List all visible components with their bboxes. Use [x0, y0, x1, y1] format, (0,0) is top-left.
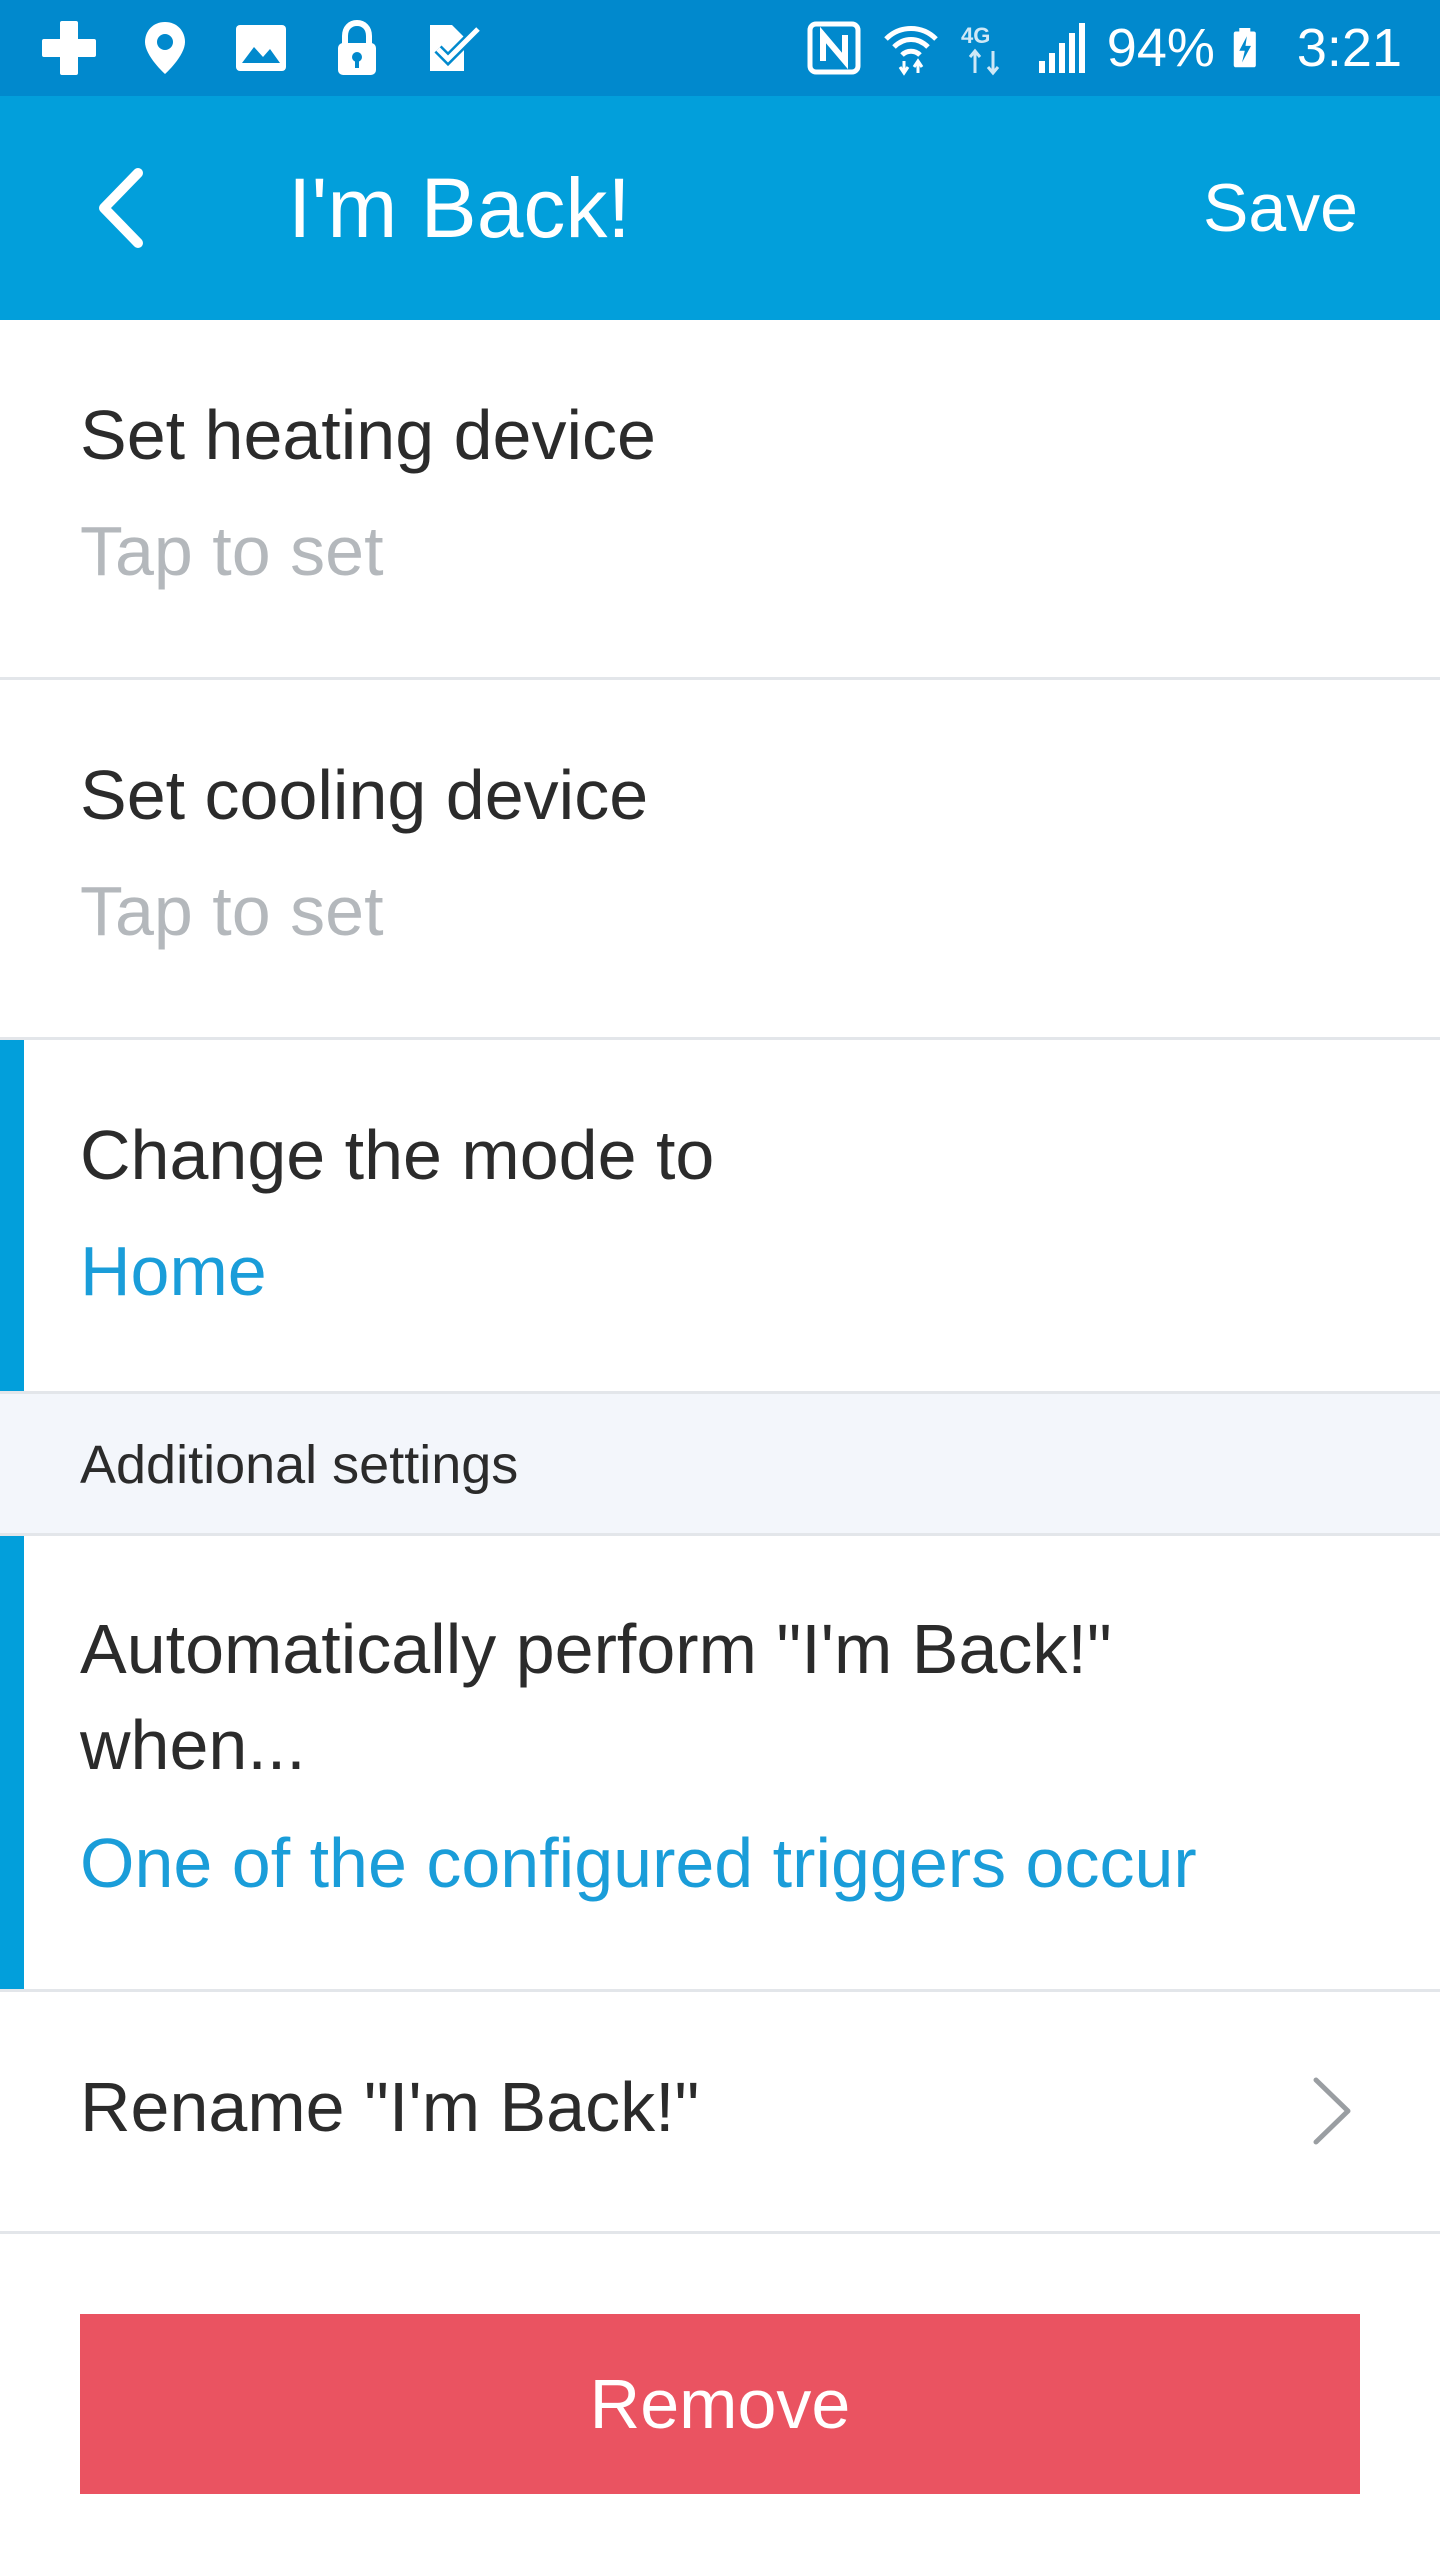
signal-icon	[1038, 23, 1085, 73]
task-check-icon	[430, 25, 482, 71]
additional-settings-header: Additional settings	[0, 1394, 1440, 1536]
plus-icon	[42, 21, 96, 75]
status-bar-system: 4G 94% 3:21	[805, 0, 1402, 96]
section-title: Additional settings	[80, 1435, 519, 1495]
clock: 3:21	[1296, 18, 1402, 78]
4g-icon: 4G	[961, 23, 999, 76]
status-bar-notifications	[40, 0, 482, 96]
rename-label: Rename "I'm Back!"	[80, 2068, 700, 2146]
back-button[interactable]	[70, 158, 170, 258]
wifi-icon	[884, 26, 938, 76]
nfc-icon	[807, 21, 861, 75]
chevron-right-icon	[1313, 2077, 1351, 2145]
image-icon	[236, 25, 286, 71]
mode-value: Home	[80, 1232, 267, 1310]
heating-device-row[interactable]: Set heating device Tap to set	[0, 320, 1440, 680]
chevron-left-icon	[99, 168, 143, 248]
heating-device-label: Set heating device	[80, 396, 656, 474]
svg-text:4G: 4G	[961, 23, 990, 48]
battery-percent: 94%	[1106, 18, 1215, 78]
lock-icon	[338, 19, 376, 75]
battery-charging-icon	[1233, 28, 1256, 68]
cooling-device-value: Tap to set	[80, 872, 384, 950]
mode-row[interactable]: Change the mode to Home	[0, 1040, 1440, 1394]
page-title: I'm Back!	[288, 161, 631, 255]
rename-row[interactable]: Rename "I'm Back!"	[0, 1992, 1440, 2234]
auto-perform-value: One of the configured triggers occur	[80, 1824, 1197, 1902]
status-bar: 4G 94% 3:21	[0, 0, 1440, 96]
app-bar: I'm Back! Save	[0, 96, 1440, 320]
heating-device-value: Tap to set	[80, 512, 384, 590]
cooling-device-row[interactable]: Set cooling device Tap to set	[0, 680, 1440, 1040]
auto-perform-label-line1: Automatically perform "I'm Back!"	[80, 1610, 1112, 1688]
save-button[interactable]: Save	[1203, 96, 1358, 320]
cooling-device-label: Set cooling device	[80, 756, 649, 834]
location-pin-icon	[145, 22, 185, 74]
mode-label: Change the mode to	[80, 1116, 715, 1194]
auto-perform-label-line2: when...	[80, 1706, 306, 1784]
auto-perform-row[interactable]: Automatically perform "I'm Back!" when..…	[0, 1536, 1440, 1992]
remove-button[interactable]: Remove	[80, 2314, 1360, 2494]
